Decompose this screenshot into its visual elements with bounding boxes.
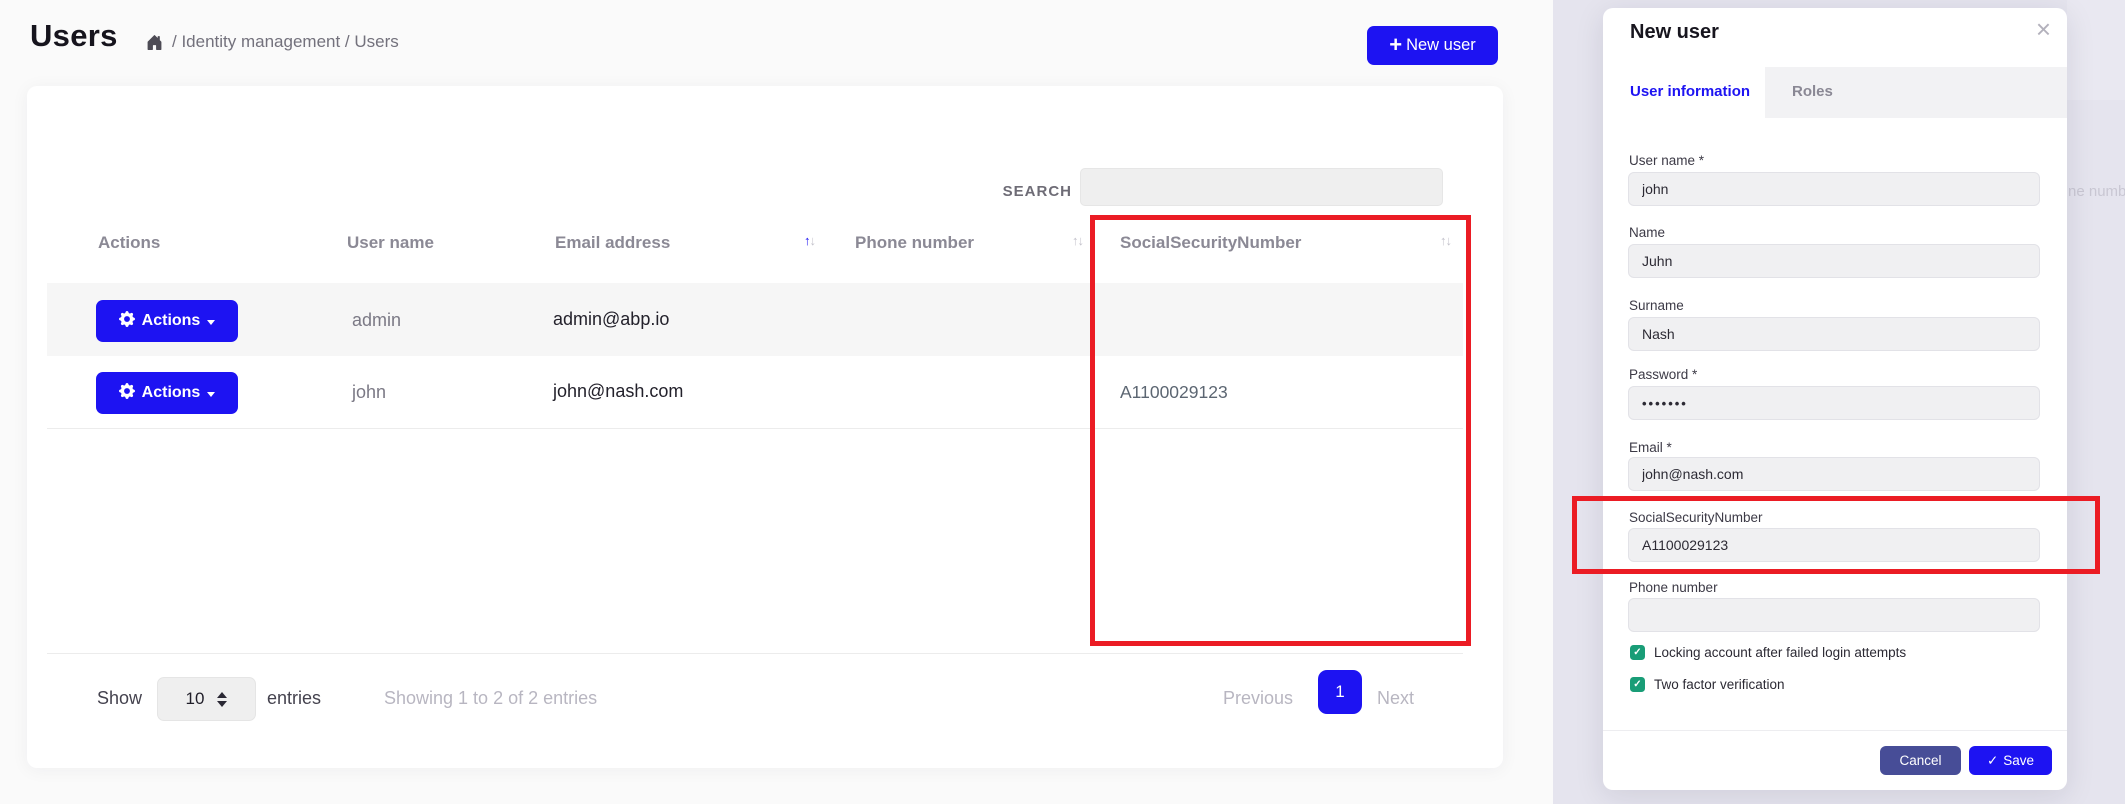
table-row xyxy=(47,283,1463,356)
save-button[interactable]: ✓ Save xyxy=(1969,746,2052,775)
gear-icon xyxy=(119,383,135,404)
name-field[interactable] xyxy=(1628,244,2040,278)
caret-down-icon xyxy=(207,392,215,397)
cell-email: john@nash.com xyxy=(553,381,683,402)
next-page-button[interactable]: Next xyxy=(1377,688,1414,709)
cell-username: admin xyxy=(352,310,401,331)
username-label: User name * xyxy=(1629,153,1704,168)
close-icon[interactable]: × xyxy=(2036,16,2051,42)
column-header-username: User name xyxy=(347,233,434,253)
password-field[interactable] xyxy=(1628,386,2040,420)
row-actions-dropdown[interactable]: Actions xyxy=(96,372,238,414)
surname-label: Surname xyxy=(1629,298,1684,313)
column-header-actions: Actions xyxy=(98,233,160,253)
previous-page-button[interactable]: Previous xyxy=(1223,688,1293,709)
name-label: Name xyxy=(1629,225,1665,240)
sort-icon-ssn[interactable]: ↑↓ xyxy=(1440,233,1452,248)
search-label: SEARCH xyxy=(932,174,1072,210)
show-label: Show xyxy=(97,688,142,709)
column-header-email[interactable]: Email address xyxy=(555,233,670,253)
page-title: Users xyxy=(30,18,118,54)
phone-field[interactable] xyxy=(1628,598,2040,632)
pagination-summary: Showing 1 to 2 of 2 entries xyxy=(384,688,597,709)
row-actions-dropdown[interactable]: Actions xyxy=(96,300,238,342)
column-header-phone[interactable]: Phone number xyxy=(855,233,974,253)
email-field[interactable] xyxy=(1628,457,2040,491)
check-icon: ✓ xyxy=(1987,753,1998,769)
tab-roles[interactable]: Roles xyxy=(1792,83,1833,100)
modal-title: New user xyxy=(1630,21,1719,44)
search-input[interactable] xyxy=(1080,168,1443,206)
modal-footer: Cancel ✓ Save xyxy=(1603,730,2067,790)
divider xyxy=(47,653,1463,654)
password-label: Password * xyxy=(1629,367,1697,382)
surname-field[interactable] xyxy=(1628,317,2040,351)
two-factor-checkbox[interactable]: ✓ Two factor verification xyxy=(1630,677,1785,692)
stepper-arrows-icon xyxy=(217,692,227,707)
cell-username: john xyxy=(352,382,386,403)
new-user-button[interactable]: + New user xyxy=(1367,26,1498,65)
backdrop-band xyxy=(2067,0,2125,100)
cell-ssn: A1100029123 xyxy=(1120,382,1228,403)
plus-icon: + xyxy=(1389,34,1402,56)
home-icon xyxy=(146,34,163,51)
backdrop-ghost-text: ne number xyxy=(2068,183,2125,200)
checkbox-checked-icon: ✓ xyxy=(1630,677,1645,692)
table-row xyxy=(47,356,1463,429)
new-user-modal: New user × User information Roles User n… xyxy=(1603,8,2067,790)
sort-icon-email[interactable]: ↑↓ xyxy=(804,233,816,248)
gear-icon xyxy=(119,311,135,332)
checkbox-checked-icon: ✓ xyxy=(1630,645,1645,660)
breadcrumb[interactable]: / Identity management / Users xyxy=(146,32,399,52)
lockout-checkbox[interactable]: ✓ Locking account after failed login att… xyxy=(1630,645,1906,660)
sort-icon-phone[interactable]: ↑↓ xyxy=(1072,233,1084,248)
email-label: Email * xyxy=(1629,440,1672,455)
column-header-ssn[interactable]: SocialSecurityNumber xyxy=(1120,233,1301,253)
phone-label: Phone number xyxy=(1629,580,1718,595)
page-size-select[interactable]: 10 xyxy=(157,677,256,721)
entries-label: entries xyxy=(267,688,321,709)
caret-down-icon xyxy=(207,320,215,325)
modal-tabbar: User information Roles xyxy=(1603,67,2067,118)
tab-user-information[interactable]: User information xyxy=(1630,83,1750,100)
users-table-card: SEARCH Actions User name Email address ↑… xyxy=(27,86,1503,768)
cancel-button[interactable]: Cancel xyxy=(1880,746,1961,775)
ssn-label: SocialSecurityNumber xyxy=(1629,510,1763,525)
current-page-button[interactable]: 1 xyxy=(1318,670,1362,714)
username-field[interactable] xyxy=(1628,172,2040,206)
ssn-field[interactable] xyxy=(1628,528,2040,562)
cell-email: admin@abp.io xyxy=(553,309,669,330)
breadcrumb-path: / Identity management / Users xyxy=(172,32,399,52)
